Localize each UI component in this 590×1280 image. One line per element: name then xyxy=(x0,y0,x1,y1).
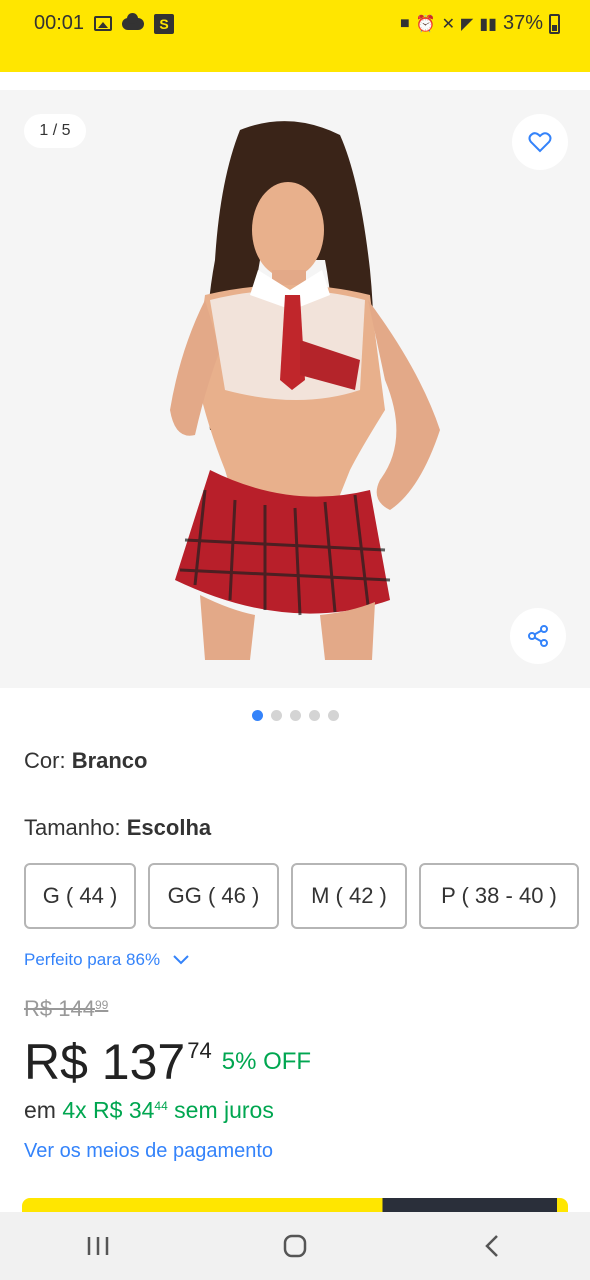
current-price: R$ 137 74 5% OFF xyxy=(24,1034,311,1090)
price-cents: 74 xyxy=(187,1038,212,1063)
signal-icon: ▮▮ xyxy=(479,15,497,33)
color-attribute: Cor: Branco xyxy=(24,748,147,774)
recent-apps-button[interactable] xyxy=(58,1221,138,1271)
color-value: Branco xyxy=(71,748,148,773)
back-icon xyxy=(484,1235,498,1257)
wifi-icon: ◤ xyxy=(461,15,474,33)
home-icon xyxy=(283,1234,307,1258)
carousel-dot[interactable] xyxy=(251,710,263,721)
color-label: Cor: xyxy=(24,748,66,773)
discount-badge: 5% OFF xyxy=(221,1048,312,1075)
carousel-dots[interactable] xyxy=(0,710,590,721)
size-label: Tamanho: xyxy=(24,815,121,840)
size-attribute: Tamanho: Escolha xyxy=(24,815,211,841)
home-button[interactable] xyxy=(255,1221,335,1271)
installments-prefix: em xyxy=(24,1097,63,1123)
installments-cents: 44 xyxy=(154,1099,168,1113)
alarm-icon: ⏰ xyxy=(415,15,436,33)
recent-apps-icon xyxy=(88,1237,109,1255)
size-options: G ( 44 ) GG ( 46 ) M ( 42 ) P ( 38 - 40 … xyxy=(24,863,579,929)
carousel-dot[interactable] xyxy=(327,710,339,721)
price-integer: R$ 137 xyxy=(24,1034,186,1090)
product-photo[interactable] xyxy=(0,90,590,688)
image-counter: 1 / 5 xyxy=(24,114,86,148)
size-value: Escolha xyxy=(126,815,212,840)
status-bar: 00:01 S ■ ⏰ ✕ ◤ ▮▮ 37% xyxy=(0,0,590,72)
fit-info-link[interactable]: Perfeito para 86% xyxy=(24,950,190,970)
original-price-cents: 99 xyxy=(94,998,109,1012)
mute-icon: ✕ xyxy=(441,15,456,33)
size-option-m[interactable]: M ( 42 ) xyxy=(291,863,407,929)
back-button[interactable] xyxy=(452,1221,532,1271)
payment-methods-link[interactable]: Ver os meios de pagamento xyxy=(24,1140,273,1163)
original-price: R$ 14499 xyxy=(24,996,108,1022)
carousel-dot[interactable] xyxy=(308,710,320,721)
carousel-dot[interactable] xyxy=(289,710,301,721)
share-icon xyxy=(528,625,548,647)
lock-icon: ■ xyxy=(400,14,410,32)
app-notification-icon: S xyxy=(154,13,175,34)
installments-suffix: sem juros xyxy=(167,1097,274,1123)
size-option-p[interactable]: P ( 38 - 40 ) xyxy=(419,863,579,929)
favorite-button[interactable] xyxy=(512,114,568,170)
carousel-dot[interactable] xyxy=(270,710,282,721)
gallery-notification-icon xyxy=(94,16,113,31)
size-option-g[interactable]: G ( 44 ) xyxy=(24,863,136,929)
battery-percent: 37% xyxy=(502,12,543,34)
share-button[interactable] xyxy=(510,608,566,664)
installments-info: em 4x R$ 3444 sem juros xyxy=(24,1097,274,1124)
chevron-down-icon xyxy=(173,955,189,965)
status-left: 00:01 S xyxy=(34,12,175,35)
battery-icon xyxy=(549,13,560,34)
cloud-notification-icon xyxy=(122,12,145,30)
installments-count: 4x R$ 34 xyxy=(62,1097,155,1123)
system-nav-bar xyxy=(0,1212,590,1280)
status-right: ■ ⏰ ✕ ◤ ▮▮ 37% xyxy=(400,12,560,35)
heart-icon xyxy=(528,132,552,153)
original-price-integer: R$ 144 xyxy=(24,996,95,1021)
status-time: 00:01 xyxy=(34,12,85,34)
product-gallery[interactable]: 1 / 5 xyxy=(0,90,590,688)
size-option-gg[interactable]: GG ( 46 ) xyxy=(148,863,279,929)
fit-text: Perfeito para 86% xyxy=(24,950,161,969)
